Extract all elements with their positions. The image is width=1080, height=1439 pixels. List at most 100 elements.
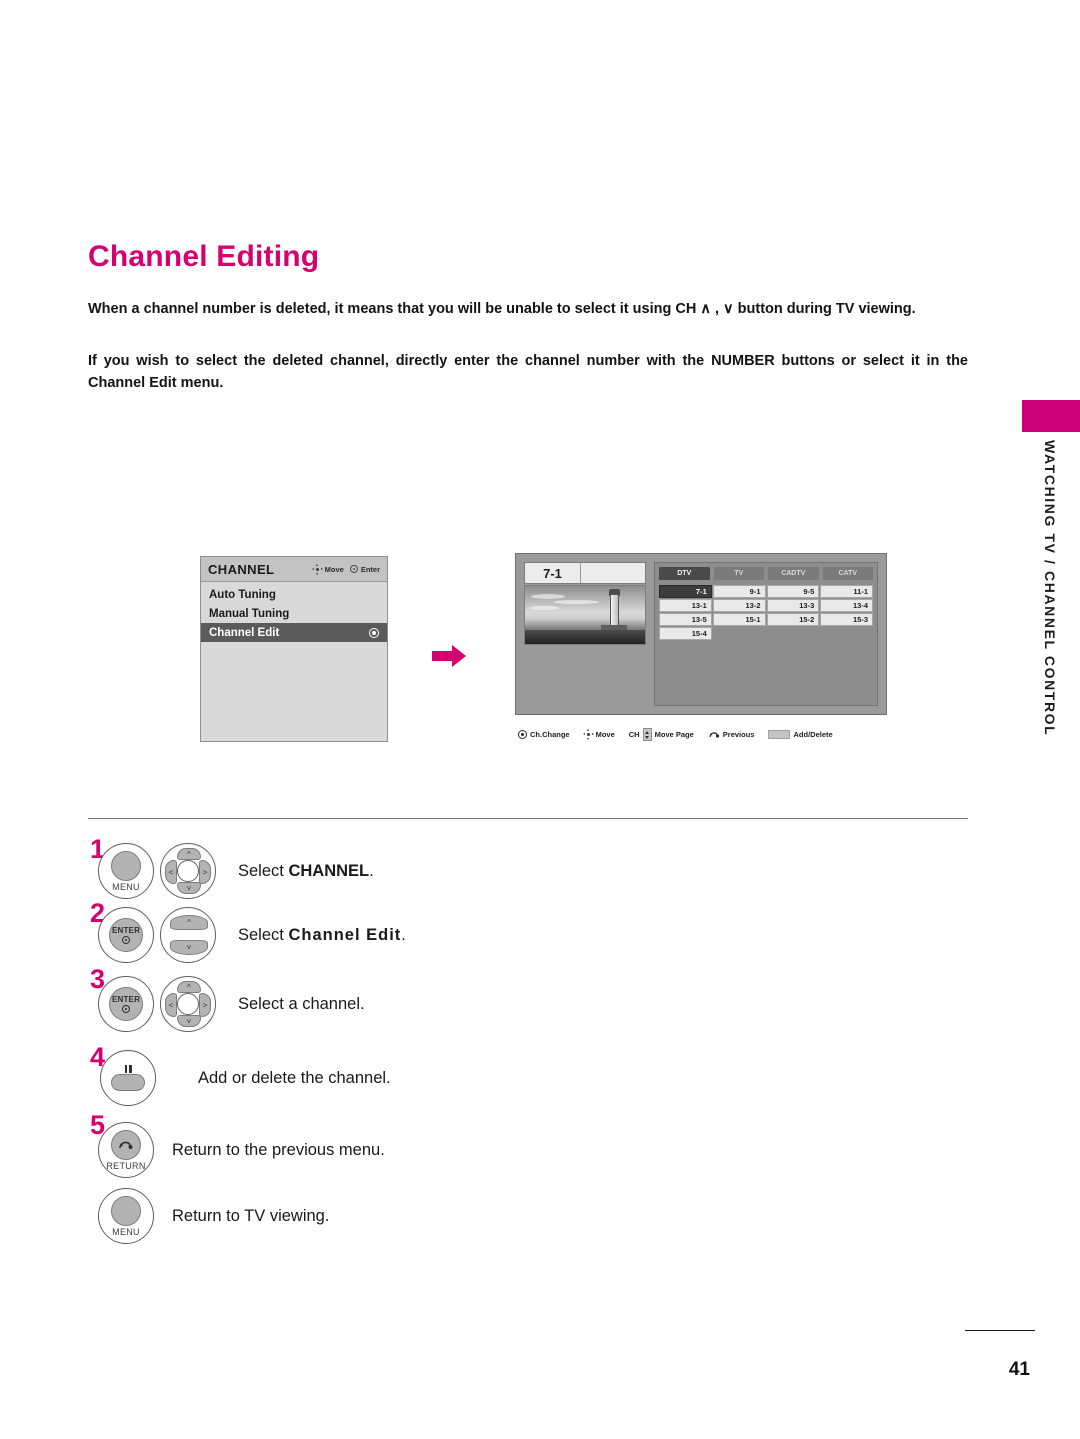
steps-list: 1 MENU ^ ˅ ˂ ˃ Select CHANNEL. 2 ENTER ^… (0, 836, 1080, 1248)
tab-label: TV (734, 570, 744, 577)
channel-cell[interactable]: 15-1 (712, 613, 766, 626)
legend-label: Move (595, 730, 615, 739)
osd-menu-title: CHANNEL (208, 561, 275, 577)
pause-button[interactable] (100, 1050, 156, 1106)
tab-tv[interactable]: TV (713, 567, 764, 580)
legend-move-page: CH Move Page (629, 728, 694, 741)
dpad-up[interactable]: ^ (177, 981, 201, 993)
step-text-2: Select Channel Edit. (238, 926, 406, 945)
arrow-right-icon (432, 645, 466, 667)
dpad-up[interactable]: ^ (170, 915, 208, 930)
channel-cell[interactable]: 13-2 (712, 599, 766, 612)
enter-ring-icon (518, 730, 527, 739)
dpad-4way-button[interactable]: ^ ˅ ˂ ˃ (160, 976, 216, 1032)
channel-cell[interactable]: 15-3 (820, 613, 873, 626)
step-text-bold: Channel Edit (288, 925, 402, 944)
channel-preview-column: 7-1 (524, 562, 646, 706)
dpad-left[interactable]: ˂ (165, 993, 177, 1017)
enter-button-caption: ENTER (111, 926, 141, 935)
dpad-left[interactable]: ˂ (165, 860, 177, 884)
menu-button[interactable]: MENU (98, 1188, 154, 1244)
intro-paragraph-1: When a channel number is deleted, it mea… (88, 301, 916, 317)
intro-paragraph-2: If you wish to select the deleted channe… (88, 353, 968, 392)
menu-button[interactable]: MENU (98, 843, 154, 899)
osd-menu-item-manual-tuning[interactable]: Manual Tuning (201, 604, 387, 623)
ch-updown-icon (642, 728, 652, 741)
grey-swatch-icon (768, 730, 791, 739)
osd-channel-edit-screen: 7-1 DTV TV CADTV CATV 7-1 9-1 9-5 11-1 1… (515, 553, 887, 715)
legend-label: Ch.Change (530, 730, 570, 739)
legend-ch-change: Ch.Change (518, 730, 570, 739)
section-divider (88, 818, 968, 819)
side-tab-accent-bar (1022, 400, 1080, 432)
enter-button-face: ENTER (109, 918, 143, 952)
osd-menu-item-channel-edit[interactable]: Channel Edit (201, 623, 387, 642)
channel-cell[interactable]: 13-3 (766, 599, 820, 612)
dpad-down[interactable]: ˅ (177, 882, 201, 894)
channel-cell[interactable]: 9-5 (766, 585, 820, 598)
channel-cell[interactable]: 9-1 (712, 585, 766, 598)
dpad-4way-button[interactable]: ^ ˅ ˂ ˃ (160, 843, 216, 899)
channel-cell[interactable]: 7-1 (659, 585, 712, 598)
osd-legend: Ch.Change Move CH Move Page Previous Add… (518, 728, 898, 741)
dpad-center[interactable] (177, 860, 199, 882)
channel-cell[interactable]: 13-5 (659, 613, 712, 626)
step-text-6: Return to TV viewing. (172, 1207, 329, 1226)
channel-cell[interactable]: 11-1 (820, 585, 873, 598)
dpad-center[interactable] (177, 993, 199, 1015)
tab-catv[interactable]: CATV (822, 567, 873, 580)
dpad-up[interactable]: ^ (177, 848, 201, 860)
selected-indicator-icon (369, 627, 379, 638)
channel-cell[interactable]: 13-1 (659, 599, 712, 612)
step-text-prefix: Add or delete the channel. (198, 1068, 391, 1087)
osd-menu-item-label: Channel Edit (209, 626, 280, 639)
step-row-4: 4 Add or delete the channel. (0, 1040, 1080, 1116)
side-tab-label: WATCHING TV / CHANNEL CONTROL (1042, 440, 1058, 737)
tab-dtv[interactable]: DTV (659, 567, 710, 580)
dpad-right[interactable]: ˃ (199, 993, 211, 1017)
osd-hint-move-label: Move (324, 564, 344, 574)
dpad-updown-button[interactable]: ^ ˅ (160, 907, 216, 963)
enter-button-face: ENTER (109, 987, 143, 1021)
step-row-5: 5 RETURN Return to the previous menu. (0, 1112, 1080, 1184)
dpad-icon (311, 563, 323, 575)
osd-hint-enter-label: Enter (360, 564, 380, 574)
channel-cell-empty (767, 627, 820, 640)
osd-menu-header: CHANNEL Move Enter (201, 557, 387, 582)
channel-cell[interactable]: 15-2 (766, 613, 820, 626)
preview-label-blank (581, 563, 645, 583)
legend-label: Move Page (654, 730, 694, 739)
return-button-face (111, 1129, 141, 1160)
menu-button-caption: MENU (112, 1226, 140, 1237)
preview-channel-number: 7-1 (525, 563, 581, 583)
legend-prefix: CH (628, 730, 640, 739)
tab-cadtv[interactable]: CADTV (768, 567, 819, 580)
dpad-down[interactable]: ˅ (170, 940, 208, 955)
menu-button-caption: MENU (112, 881, 140, 892)
osd-channel-menu: CHANNEL Move Enter Auto Tuning Manual Tu… (200, 556, 388, 742)
channel-grid-column: DTV TV CADTV CATV 7-1 9-1 9-5 11-1 13-1 … (654, 562, 878, 706)
tab-label: CATV (838, 570, 858, 577)
legend-label: Previous (722, 730, 755, 739)
return-button[interactable]: RETURN (98, 1122, 154, 1178)
enter-button[interactable]: ENTER (98, 907, 154, 963)
tab-label: CADTV (781, 570, 806, 577)
enter-button[interactable]: ENTER (98, 976, 154, 1032)
dpad-icon (582, 729, 594, 740)
dpad-right[interactable]: ˃ (199, 860, 211, 884)
channel-cell-empty (820, 627, 873, 640)
preview-channel-label: 7-1 (524, 562, 646, 584)
step-text-4: Add or delete the channel. (198, 1069, 391, 1088)
legend-previous: Previous (708, 730, 755, 739)
step-row-1: 1 MENU ^ ˅ ˂ ˃ Select CHANNEL. (0, 836, 1080, 902)
channel-cell[interactable]: 15-4 (659, 627, 712, 640)
step-text-prefix: Return to the previous menu. (172, 1140, 385, 1159)
side-tab-label-wrap: WATCHING TV / CHANNEL CONTROL (1028, 440, 1072, 820)
channel-cell[interactable]: 13-4 (820, 599, 873, 612)
pause-button-face (111, 1074, 145, 1091)
footer-divider (965, 1330, 1035, 1331)
dpad-down[interactable]: ˅ (177, 1015, 201, 1027)
return-arrow-icon (708, 730, 720, 739)
osd-menu-item-auto-tuning[interactable]: Auto Tuning (201, 585, 387, 604)
step-row-2: 2 ENTER ^ ˅ Select Channel Edit. (0, 900, 1080, 968)
